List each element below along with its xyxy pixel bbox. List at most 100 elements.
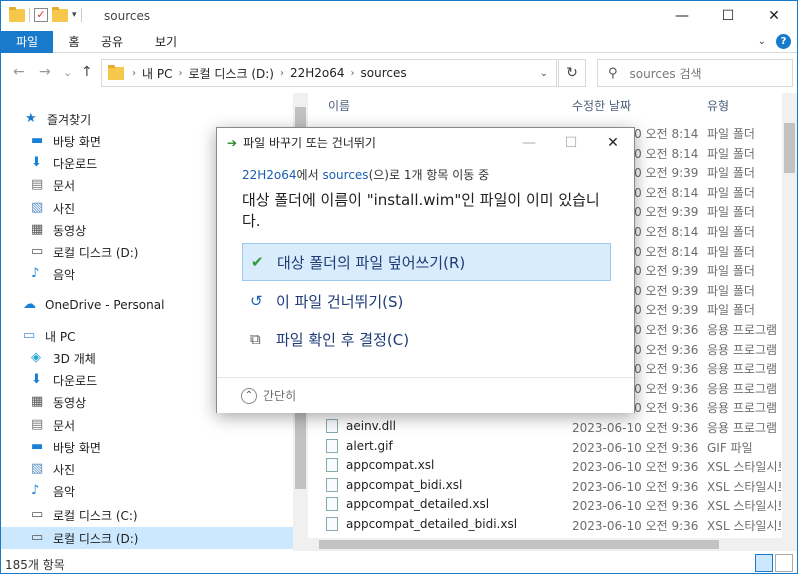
sort-ascending-icon: ^ [440,93,450,101]
file-name-text: appcompat_bidi.xsl [346,477,463,492]
replace-or-skip-dialog: ➔ 파일 바꾸기 또는 건너뛰기 — ☐ ✕ 22H2o64에서 sources… [216,127,635,413]
file-type: 파일 폴더 [707,264,755,279]
refresh-button[interactable]: ↻ [558,59,586,87]
download-icon: ⬇ [31,372,42,387]
compare-files-option[interactable]: ⧉ 파일 확인 후 결정(C) [242,320,611,358]
column-header-date[interactable]: 수정한 날짜 [572,97,631,114]
tab-file[interactable]: 파일 [1,31,53,53]
sidebar-item[interactable]: ♪ 음악 [1,480,293,502]
breadcrumb-this-pc[interactable]: 내 PC [142,65,172,82]
file-date: 2023-06-10 오전 9:36 [572,519,699,533]
properties-icon[interactable]: ✓ [34,8,48,22]
minimize-button[interactable]: — [659,1,705,31]
file-row[interactable]: appcompat_detailed.xsl 2023-06-10 오전 9:36… [316,494,781,514]
horizontal-scrollbar[interactable] [293,538,782,551]
breadcrumb-sources[interactable]: sources [361,66,407,80]
forward-button[interactable]: → [39,64,51,80]
star-icon: ★ [25,111,37,126]
sidebar-item[interactable]: ▬ 바탕 화면 [1,436,293,458]
source-folder-link[interactable]: 22H2o64 [242,168,297,182]
dialog-close-button[interactable]: ✕ [592,128,634,158]
dialog-message: 대상 폴더에 이름이 "install.wim"인 파일이 이미 있습니다. [242,191,600,230]
subtitle-end: (으)로 1개 항목 이동 중 [368,168,490,182]
sidebar-item[interactable]: ▤ 문서 [1,414,293,436]
dialog-title: 파일 바꾸기 또는 건너뛰기 [243,136,376,150]
chevron-up-icon: ⌃ [241,387,257,404]
file-type: 파일 폴더 [707,185,755,200]
large-icons-view-button[interactable] [775,554,793,572]
sidebar-item-label: 다운로드 [53,156,98,171]
back-button[interactable]: ← [13,64,25,80]
compare-option-label: 파일 확인 후 결정(C) [276,330,410,349]
title-bar: ✓ ▾ sources — ☐ ✕ [1,1,797,31]
up-button[interactable]: ↑ [81,64,93,80]
skip-arrow-icon: ↺ [250,292,263,310]
details-view-button[interactable] [755,554,773,572]
file-type: 응용 프로그램 [707,421,778,435]
address-bar[interactable]: › 내 PC › 로컬 디스크 (D:) › 22H2o64 › sources… [101,59,557,87]
recent-locations-button[interactable]: ⌄ [63,66,72,79]
file-type: 파일 폴더 [707,205,755,220]
file-name-text: appcompat_detailed.xsl [346,497,490,512]
file-row[interactable]: appcompat_detailed_bidi.xsl 2023-06-10 오전… [316,514,781,534]
chevron-down-icon[interactable]: ⌄ [540,68,548,79]
search-icon: ⚲ [608,65,618,81]
sidebar-item[interactable]: ▭ 로컬 디스크 (D:) [1,527,293,549]
music-icon: ♪ [31,483,40,498]
file-type: 파일 폴더 [707,225,755,239]
column-header-type[interactable]: 유형 [707,97,729,114]
skip-file-option[interactable]: ↺ 이 파일 건너뛰기(S) [242,282,611,320]
file-type: XSL 스타일시트 [707,519,781,533]
file-name: appcompat.xsl [326,458,434,473]
file-row[interactable]: alert.gif 2023-06-10 오전 9:36 GIF 파일 [316,436,781,456]
file-icon [326,517,338,531]
sidebar-item-label: 음악 [53,267,76,282]
sidebar-item-label: 사진 [53,462,76,477]
breadcrumb-22h2o64[interactable]: 22H2o64 [290,66,345,80]
customize-toolbar-icon[interactable]: ▾ [72,10,77,20]
file-type: 파일 폴더 [707,244,755,259]
file-row[interactable]: appcompat.xsl 2023-06-10 오전 9:36 XSL 스타일시트 [316,455,781,475]
move-files-icon: ➔ [227,135,238,150]
drive-icon: ▭ [31,244,44,259]
file-list-scrollbar[interactable] [782,93,797,551]
file-row[interactable]: appcompat_bidi.xsl 2023-06-10 오전 9:36 XSL … [316,475,781,495]
destination-folder-link[interactable]: sources [322,168,368,182]
column-header-name[interactable]: 이름 [328,97,350,114]
file-icon [326,438,338,453]
dialog-maximize-button: ☐ [564,135,578,151]
search-input[interactable]: ⚲ sources 검색 [597,59,793,87]
sidebar-item-label: 다운로드 [53,373,98,388]
close-button[interactable]: ✕ [751,1,797,31]
sidebar-item-label: 사진 [53,201,76,216]
sidebar-item-label: 바탕 화면 [53,440,101,455]
sidebar-item[interactable]: ▧ 사진 [1,458,293,480]
sidebar-item-label: 동영상 [53,223,87,238]
chevron-right-icon[interactable]: › [178,68,182,79]
new-folder-icon[interactable] [52,6,68,22]
sidebar-item-label: 문서 [53,418,76,433]
maximize-button[interactable]: ☐ [705,1,751,31]
fewer-details-label: 간단히 [263,389,297,403]
chevron-right-icon[interactable]: › [132,68,136,79]
file-type: 파일 폴더 [707,303,755,318]
replace-option-label: 대상 폴더의 파일 덮어쓰기(R) [277,253,466,272]
expand-ribbon-icon[interactable]: ⌄ [758,36,766,47]
replace-file-option[interactable]: ✔ 대상 폴더의 파일 덮어쓰기(R) [242,243,611,281]
tab-view[interactable]: 보기 [148,31,184,53]
file-type: 응용 프로그램 [707,401,778,416]
file-type: 응용 프로그램 [707,342,778,357]
file-row[interactable]: aeinv.dll 2023-06-10 오전 9:36 응용 프로그램 [316,416,781,436]
sidebar-item[interactable]: ▭ 로컬 디스크 (C:) [1,504,293,526]
sidebar-item-label: 로컬 디스크 (D:) [53,531,139,546]
chevron-right-icon[interactable]: › [280,68,284,79]
chevron-right-icon[interactable]: › [351,68,355,79]
scrollbar-thumb[interactable] [319,540,719,549]
breadcrumb-local-disk-d[interactable]: 로컬 디스크 (D:) [188,65,273,82]
scrollbar-thumb[interactable] [784,123,795,173]
help-icon[interactable]: ? [776,34,791,49]
tab-share[interactable]: 공유 [94,31,130,53]
file-icon [326,458,338,473]
tab-home[interactable]: 홈 [59,31,89,53]
fewer-details-toggle[interactable]: ⌃ 간단히 [217,377,634,413]
